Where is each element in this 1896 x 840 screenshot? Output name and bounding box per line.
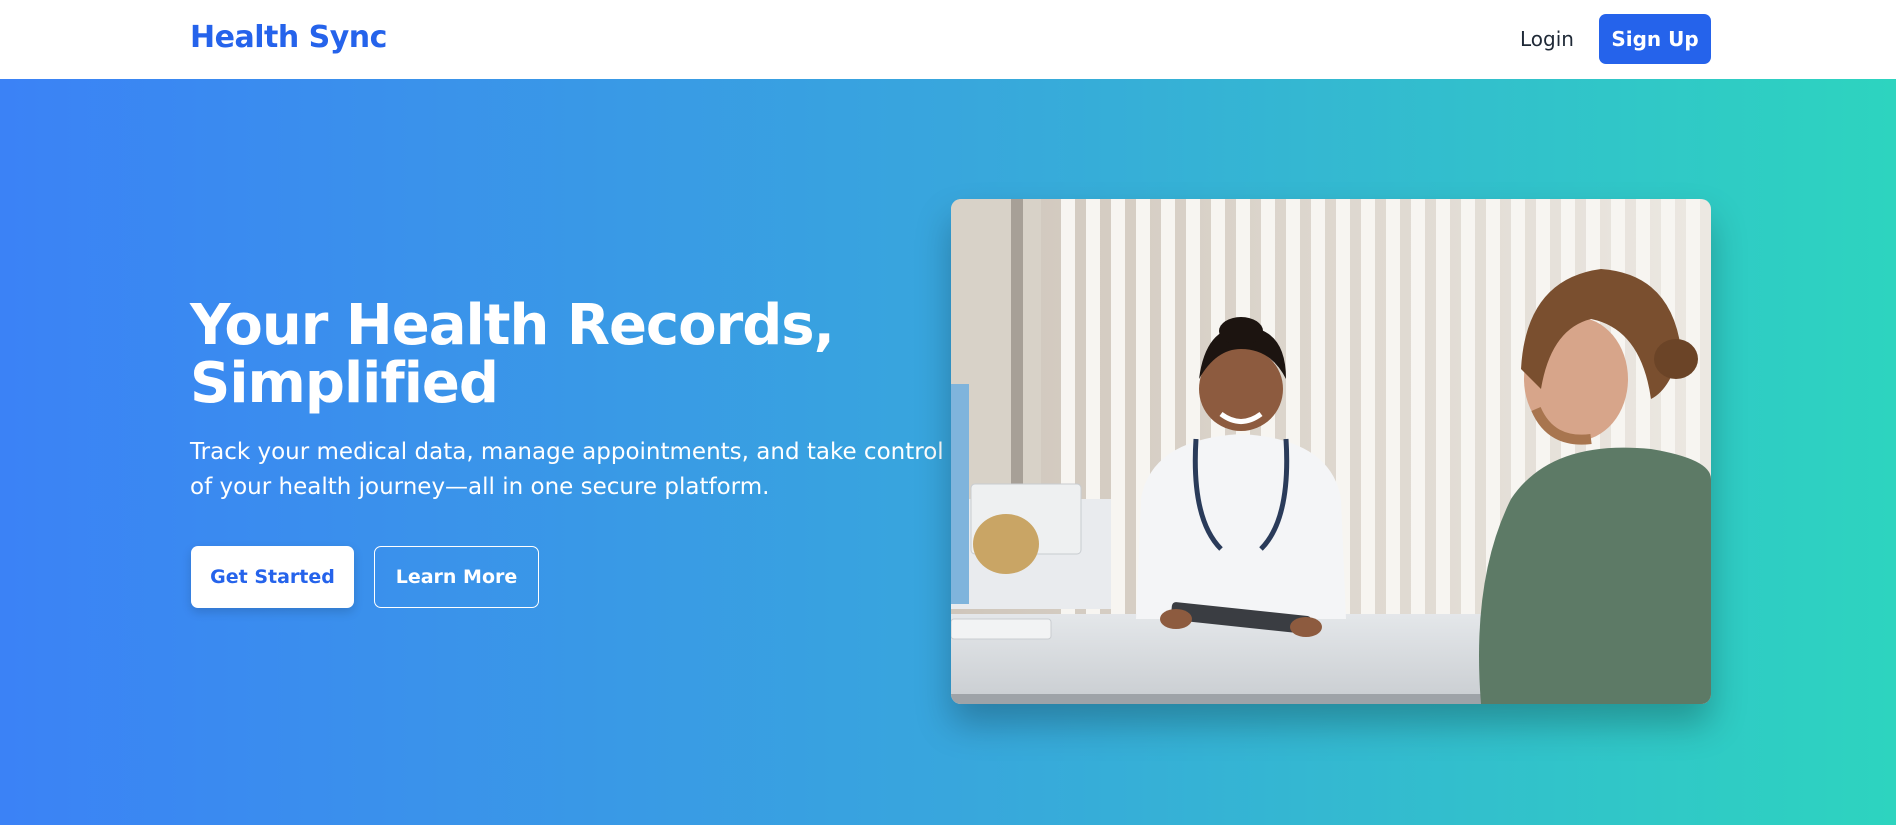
hero-subtitle: Track your medical data, manage appointm…: [190, 439, 944, 500]
page-bottom-edge: [0, 825, 1896, 840]
login-link[interactable]: Login: [1520, 27, 1574, 51]
get-started-button[interactable]: Get Started: [191, 546, 354, 608]
doctor-patient-photo: [951, 199, 1711, 704]
top-navbar: Health Sync Login Sign Up: [0, 0, 1896, 79]
hero-section: Your Health Records, Simplified Track yo…: [0, 79, 1896, 825]
hero-title: Your Health Records, Simplified: [190, 293, 835, 416]
learn-more-button[interactable]: Learn More: [374, 546, 539, 608]
brand-logo[interactable]: Health Sync: [190, 20, 387, 55]
signup-button[interactable]: Sign Up: [1599, 14, 1711, 64]
